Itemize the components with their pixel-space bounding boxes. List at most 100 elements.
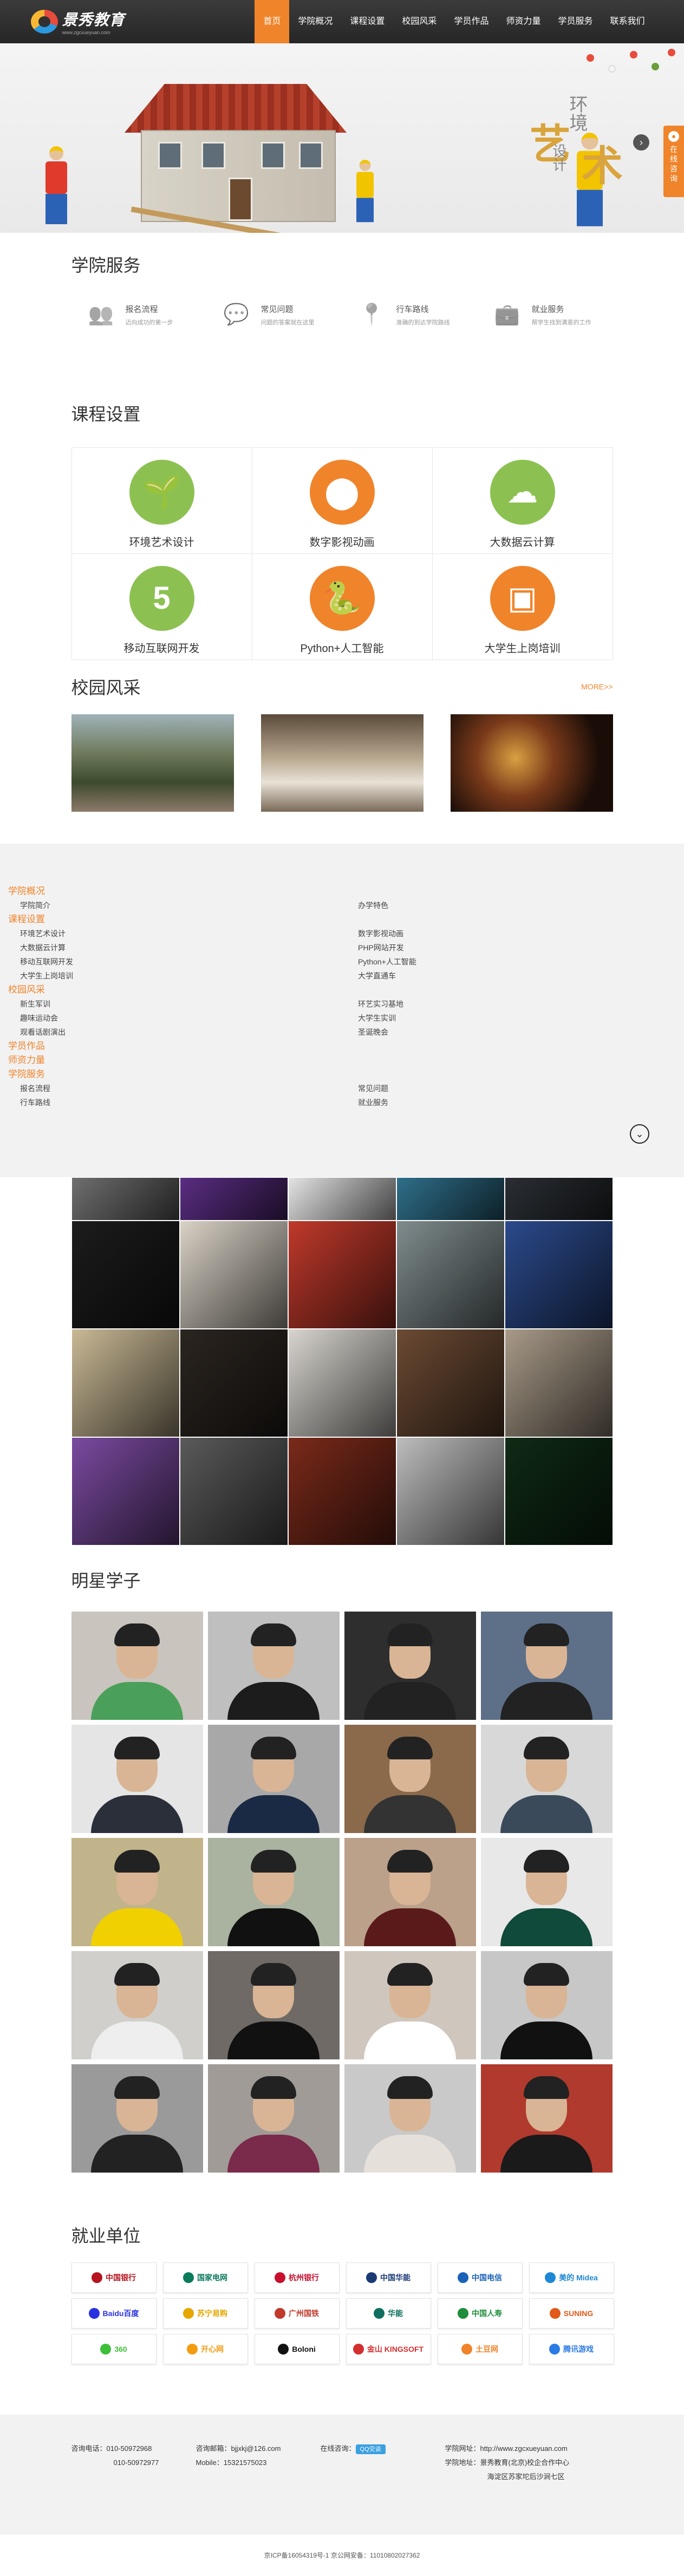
- nav-item[interactable]: 学院概况: [289, 0, 341, 43]
- service-item[interactable]: 👥 报名流程 迈向成功的第一步: [71, 301, 207, 328]
- course-card[interactable]: ⬤ 数字影视动画: [252, 448, 433, 554]
- student-work-thumbnail[interactable]: [179, 1221, 288, 1329]
- employer-logo[interactable]: 金山 KINGSOFT: [346, 2334, 431, 2364]
- student-photo[interactable]: [344, 1951, 476, 2059]
- email-value[interactable]: bjjxkj@126.com: [231, 2444, 281, 2453]
- employer-logo[interactable]: 开心网: [162, 2334, 248, 2364]
- employer-logo[interactable]: 中国电信: [437, 2262, 523, 2293]
- student-photo[interactable]: [480, 2064, 613, 2173]
- employer-logo[interactable]: 国家电网: [162, 2262, 248, 2293]
- employer-logo[interactable]: 华能: [346, 2298, 431, 2329]
- sitemap-link[interactable]: 观看话剧演出: [8, 1025, 346, 1039]
- sitemap-link[interactable]: 学院简介: [8, 898, 346, 912]
- employer-logo[interactable]: 杭州银行: [254, 2262, 340, 2293]
- student-photo[interactable]: [71, 1612, 203, 1720]
- student-photo[interactable]: [71, 1838, 203, 1946]
- sitemap-link[interactable]: 常见问题: [346, 1081, 684, 1095]
- sitemap-link[interactable]: 数字影视动画: [346, 927, 684, 941]
- course-card[interactable]: 🌱 环境艺术设计: [71, 448, 252, 554]
- service-item[interactable]: 💼 就业服务 帮学生找到满意的工作: [478, 301, 613, 328]
- employer-logo[interactable]: 中国人寿: [437, 2298, 523, 2329]
- employer-logo[interactable]: 腾讯游戏: [529, 2334, 614, 2364]
- student-photo[interactable]: [344, 2064, 476, 2173]
- sitemap-category[interactable]: 校园风采: [8, 983, 346, 997]
- sitemap-link[interactable]: 办学特色: [346, 898, 684, 912]
- banner-next-arrow[interactable]: ›: [633, 134, 649, 151]
- student-work-thumbnail[interactable]: [71, 1177, 180, 1221]
- nav-item[interactable]: 学员服务: [549, 0, 601, 43]
- sitemap-category[interactable]: 学院服务: [8, 1067, 346, 1081]
- student-work-thumbnail[interactable]: [396, 1177, 505, 1221]
- campus-more-link[interactable]: MORE>>: [581, 682, 613, 691]
- sitemap-link[interactable]: 行车路线: [8, 1095, 346, 1110]
- sitemap-link[interactable]: 新生军训: [8, 997, 346, 1011]
- student-photo[interactable]: [71, 1725, 203, 1833]
- student-work-thumbnail[interactable]: [71, 1329, 180, 1437]
- student-photo[interactable]: [207, 1612, 340, 1720]
- sitemap-link[interactable]: 报名流程: [8, 1081, 346, 1095]
- student-work-thumbnail[interactable]: [396, 1437, 505, 1545]
- sitemap-link[interactable]: 环艺实习基地: [346, 997, 684, 1011]
- sitemap-category[interactable]: 学员作品: [8, 1039, 346, 1053]
- student-work-thumbnail[interactable]: [71, 1437, 180, 1545]
- student-work-thumbnail[interactable]: [288, 1177, 396, 1221]
- sitemap-category[interactable]: 学院概况: [8, 884, 346, 898]
- site-url[interactable]: http://www.zgcxueyuan.com: [480, 2444, 568, 2453]
- student-photo[interactable]: [207, 1725, 340, 1833]
- sitemap-category[interactable]: 师资力量: [8, 1053, 346, 1067]
- course-card[interactable]: 5 移动互联网开发: [71, 554, 252, 660]
- campus-photo[interactable]: [450, 714, 613, 812]
- nav-item[interactable]: 师资力量: [497, 0, 549, 43]
- service-item[interactable]: 📍 行车路线 准确的到达学院路线: [342, 301, 478, 328]
- employer-logo[interactable]: Baidu百度: [71, 2298, 157, 2329]
- campus-photo[interactable]: [71, 714, 234, 812]
- employer-logo[interactable]: 360: [71, 2334, 157, 2364]
- site-logo[interactable]: 景秀教育 www.zgcxueyuan.com: [30, 8, 125, 35]
- student-photo[interactable]: [480, 1951, 613, 2059]
- employer-logo[interactable]: 广州国铁: [254, 2298, 340, 2329]
- sitemap-link[interactable]: Python+人工智能: [346, 955, 684, 969]
- sitemap-link[interactable]: 大学直通车: [346, 969, 684, 983]
- student-work-thumbnail[interactable]: [504, 1329, 613, 1437]
- service-item[interactable]: 💬 常见问题 问题的答案就在这里: [207, 301, 342, 328]
- nav-item[interactable]: 联系我们: [601, 0, 653, 43]
- student-photo[interactable]: [71, 1951, 203, 2059]
- campus-photo[interactable]: [260, 714, 424, 812]
- student-work-thumbnail[interactable]: [179, 1437, 288, 1545]
- student-work-thumbnail[interactable]: [288, 1437, 396, 1545]
- employer-logo[interactable]: 美的 Midea: [529, 2262, 614, 2293]
- sitemap-link[interactable]: 大数据云计算: [8, 941, 346, 955]
- student-work-thumbnail[interactable]: [71, 1221, 180, 1329]
- sitemap-link[interactable]: 大学生上岗培训: [8, 969, 346, 983]
- student-work-thumbnail[interactable]: [504, 1221, 613, 1329]
- sitemap-link[interactable]: 移动互联网开发: [8, 955, 346, 969]
- course-card[interactable]: ☁ 大数据云计算: [432, 448, 613, 554]
- sitemap-link[interactable]: 环境艺术设计: [8, 927, 346, 941]
- student-work-thumbnail[interactable]: [288, 1329, 396, 1437]
- student-work-thumbnail[interactable]: [396, 1329, 505, 1437]
- qq-chat-button[interactable]: QQ交谈: [355, 2444, 386, 2454]
- sitemap-link[interactable]: PHP网站开发: [346, 941, 684, 955]
- student-photo[interactable]: [480, 1725, 613, 1833]
- student-photo[interactable]: [480, 1612, 613, 1720]
- course-card[interactable]: 🐍 Python+人工智能: [252, 554, 433, 660]
- student-photo[interactable]: [344, 1612, 476, 1720]
- student-photo[interactable]: [344, 1725, 476, 1833]
- student-work-thumbnail[interactable]: [179, 1329, 288, 1437]
- sitemap-link[interactable]: 大学生实训: [346, 1011, 684, 1025]
- student-photo[interactable]: [207, 1951, 340, 2059]
- employer-logo[interactable]: 苏宁易购: [162, 2298, 248, 2329]
- employer-logo[interactable]: 土豆网: [437, 2334, 523, 2364]
- sitemap-category[interactable]: 课程设置: [8, 912, 346, 927]
- online-consult-button[interactable]: ● 在线咨询: [663, 126, 684, 197]
- student-work-thumbnail[interactable]: [179, 1177, 288, 1221]
- student-photo[interactable]: [207, 2064, 340, 2173]
- employer-logo[interactable]: SUNING: [529, 2298, 614, 2329]
- student-work-thumbnail[interactable]: [504, 1437, 613, 1545]
- student-photo[interactable]: [71, 2064, 203, 2173]
- sitemap-toggle-button[interactable]: ⌄: [630, 1124, 649, 1144]
- student-photo[interactable]: [480, 1838, 613, 1946]
- sitemap-link[interactable]: 趣味运动会: [8, 1011, 346, 1025]
- sitemap-link[interactable]: 就业服务: [346, 1095, 684, 1110]
- nav-item[interactable]: 首页: [255, 0, 290, 43]
